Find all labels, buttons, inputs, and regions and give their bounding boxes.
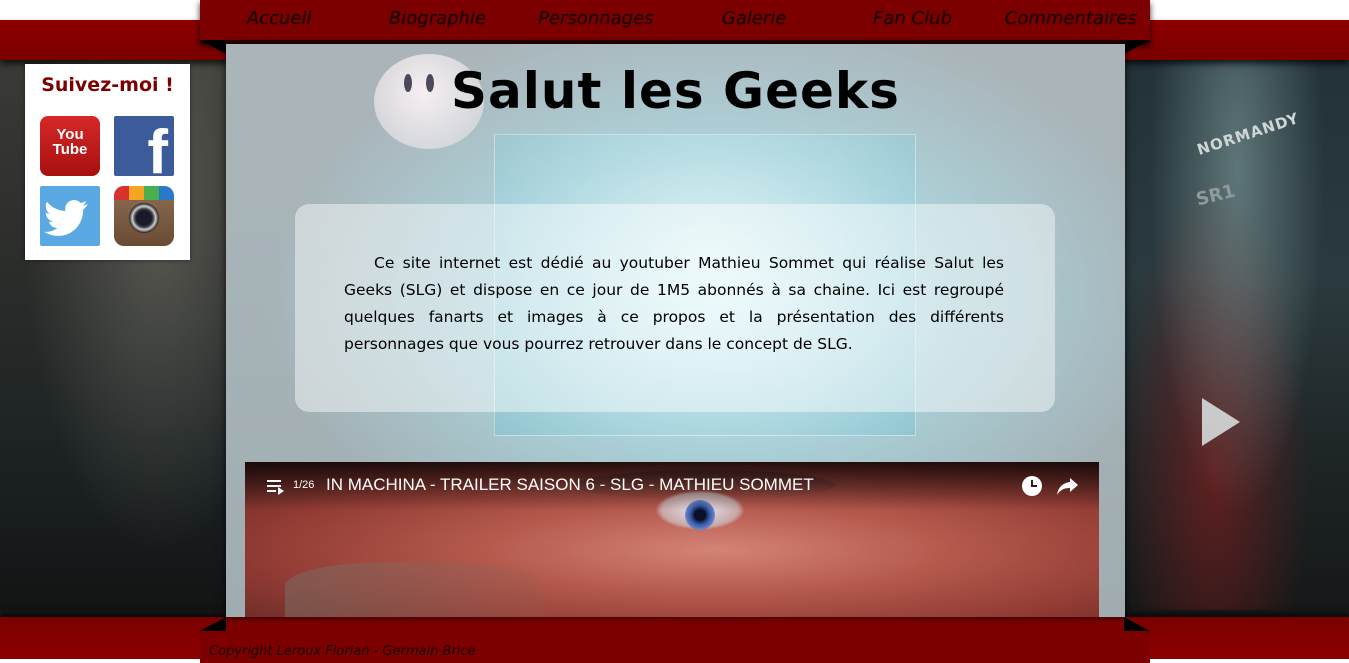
bottom-strip-right <box>1150 659 1349 663</box>
facebook-logo-letter: f <box>147 118 168 177</box>
site-title: Salut les Geeks <box>451 62 900 120</box>
instagram-color-strip <box>114 186 174 200</box>
main-navigation: Accueil Biographie Personnages Galerie F… <box>200 0 1150 43</box>
footer-corner-left <box>200 617 226 631</box>
background-play-icon <box>1202 398 1240 446</box>
bottom-strip-left <box>0 659 200 663</box>
footer: Copyright Leroux Florian - Germain Brice <box>200 631 1150 663</box>
youtube-video-player[interactable]: 1/26 IN MACHINA - TRAILER SAISON 6 - SLG… <box>245 462 1099 617</box>
instagram-icon[interactable] <box>114 186 174 246</box>
intro-text: Ce site internet est dédié au youtuber M… <box>344 254 1004 353</box>
nav-item-galerie[interactable]: Galerie <box>675 8 833 33</box>
nav-item-commentaires[interactable]: Commentaires <box>992 8 1150 33</box>
youtube-logo-line2: Tube <box>52 141 88 158</box>
facebook-icon[interactable]: f <box>114 116 174 176</box>
follow-box: Suivez-moi ! You Tube f <box>25 64 190 260</box>
copyright-text: Copyright Leroux Florian - Germain Brice <box>209 644 476 659</box>
playlist-count: 1/26 <box>293 479 315 491</box>
video-title[interactable]: IN MACHINA - TRAILER SAISON 6 - SLG - MA… <box>326 475 814 495</box>
nav-corner-right <box>1124 40 1150 54</box>
nav-item-personnages[interactable]: Personnages <box>517 8 675 33</box>
youtube-logo-text: You Tube <box>40 127 100 157</box>
top-strip-left <box>0 0 200 20</box>
nav-item-accueil[interactable]: Accueil <box>200 8 358 33</box>
top-strip-right <box>1150 0 1349 20</box>
watch-later-icon[interactable] <box>1022 476 1042 496</box>
main-content: Salut les Geeks Ce site internet est déd… <box>226 44 1125 617</box>
nav-item-fan-club[interactable]: Fan Club <box>833 8 991 33</box>
footer-corner-right <box>1124 617 1150 631</box>
share-icon[interactable] <box>1056 476 1080 496</box>
youtube-icon[interactable]: You Tube <box>40 116 100 176</box>
video-thumbnail-stubble <box>285 562 545 617</box>
nav-item-biographie[interactable]: Biographie <box>358 8 516 33</box>
follow-title: Suivez-moi ! <box>41 74 174 96</box>
instagram-lens <box>129 203 159 233</box>
nav-corner-left <box>200 40 226 54</box>
intro-box: Ce site internet est dédié au youtuber M… <box>295 204 1055 412</box>
playlist-icon[interactable] <box>267 480 285 495</box>
twitter-icon[interactable] <box>40 186 100 246</box>
